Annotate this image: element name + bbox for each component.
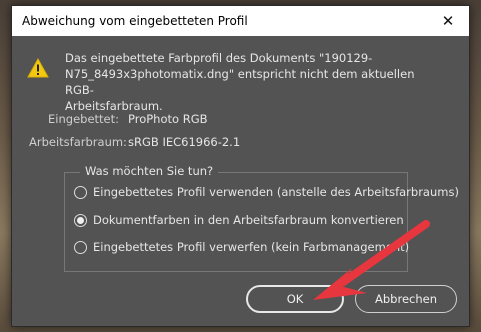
warning-icon bbox=[27, 58, 49, 78]
embedded-label: Eingebettet: bbox=[48, 112, 119, 126]
options-legend: Was möchten Sie tun? bbox=[80, 164, 219, 178]
option-label: Dokumentfarben in den Arbeitsfarbraum ko… bbox=[93, 213, 404, 227]
dialog-title: Abweichung vom eingebetteten Profil bbox=[22, 14, 248, 28]
cancel-button[interactable]: Abbrechen bbox=[355, 285, 457, 313]
option-use-embedded[interactable]: Eingebettetes Profil verwenden (anstelle… bbox=[74, 184, 459, 200]
radio-convert-document[interactable] bbox=[74, 213, 87, 227]
ok-button[interactable]: OK bbox=[246, 285, 344, 313]
working-space-value: sRGB IEC61966-2.1 bbox=[128, 135, 241, 149]
embedded-value: ProPhoto RGB bbox=[128, 112, 208, 126]
working-space-label: Arbeitsfarbraum: bbox=[29, 135, 127, 149]
close-button[interactable]: ✕ bbox=[428, 8, 468, 34]
close-icon: ✕ bbox=[441, 12, 455, 30]
option-convert-document[interactable]: Dokumentfarben in den Arbeitsfarbraum ko… bbox=[74, 212, 404, 228]
radio-discard-embedded[interactable] bbox=[74, 240, 87, 254]
profile-mismatch-dialog: Abweichung vom eingebetteten Profil ✕ Da… bbox=[11, 5, 470, 327]
option-label: Eingebettetes Profil verwerfen (kein Far… bbox=[93, 240, 410, 254]
radio-use-embedded[interactable] bbox=[74, 185, 87, 199]
message-text: Das eingebettete Farbprofil des Dokument… bbox=[65, 51, 415, 113]
title-bar: Abweichung vom eingebetteten Profil ✕ bbox=[12, 6, 469, 36]
option-label: Eingebettetes Profil verwenden (anstelle… bbox=[93, 185, 459, 199]
option-discard-embedded[interactable]: Eingebettetes Profil verwerfen (kein Far… bbox=[74, 239, 409, 255]
